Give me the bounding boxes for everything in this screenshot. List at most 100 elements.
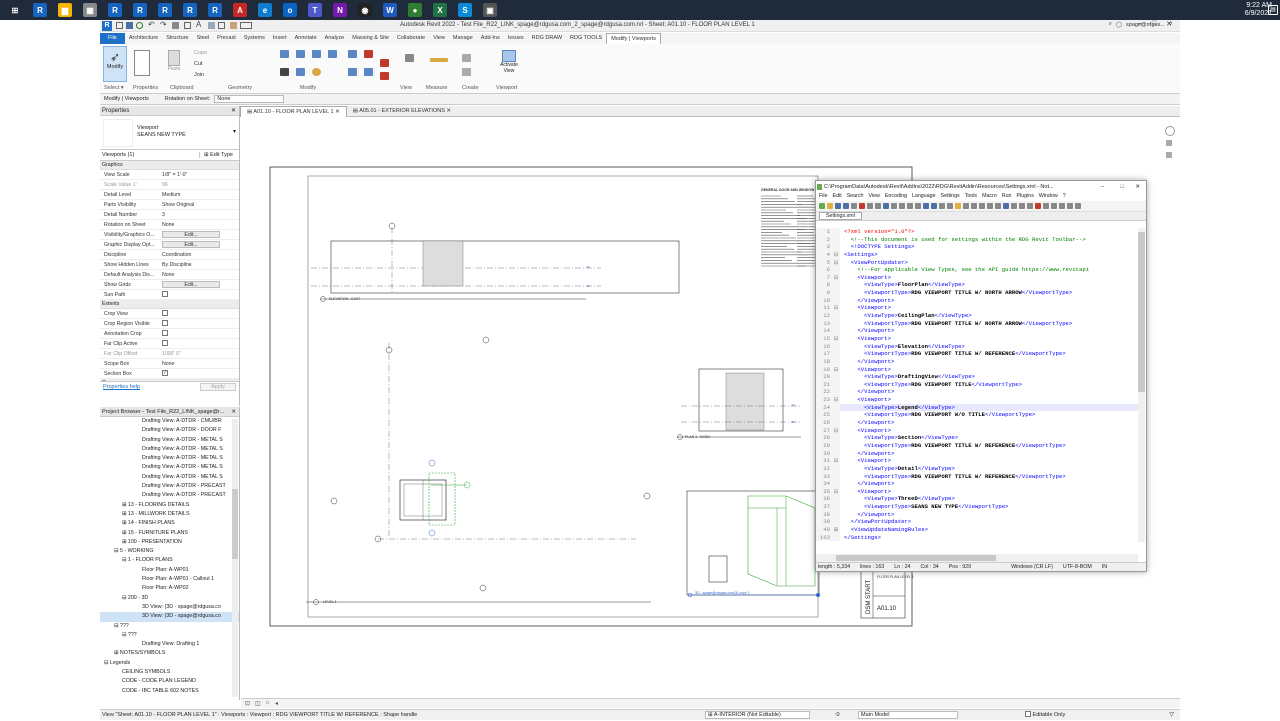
revit-icon[interactable]: R [158, 3, 172, 17]
toolbar-button-icon[interactable] [947, 203, 953, 209]
property-row[interactable]: Show Hidden Lines By Discipline [100, 260, 239, 270]
copy-icon[interactable] [296, 68, 305, 76]
maximize-icon[interactable]: □ [1121, 181, 1124, 193]
browser-item[interactable]: ⊟ 5 - WORKING [100, 547, 239, 556]
browser-item[interactable]: ⊟ 1 - FLOOR PLANS [100, 556, 239, 565]
fold-marker-icon[interactable] [832, 388, 840, 397]
toolbar-button-icon[interactable] [835, 203, 841, 209]
toolbar-button-icon[interactable] [1067, 203, 1073, 209]
ribbon-tab[interactable]: Manage [449, 33, 477, 44]
measure-icon[interactable] [184, 22, 191, 29]
browser-item[interactable]: ⊞ 13 - MILLWORK DETAILS [100, 510, 239, 519]
property-checkbox[interactable] [160, 329, 239, 338]
browser-item[interactable]: Drafting View: A-DTDR - DOOR F [100, 426, 239, 435]
windows-icon[interactable]: ⊞ [8, 3, 22, 17]
close-icon[interactable]: ✕ [231, 407, 236, 417]
code-line[interactable]: 10 </Viewport> [816, 296, 1138, 305]
sync-icon[interactable] [136, 22, 143, 29]
toolbar-button-icon[interactable] [923, 203, 929, 209]
view-icon[interactable] [405, 54, 414, 62]
code-line[interactable]: 1 <?xml version="1.0"?> [816, 228, 1138, 236]
workset-select[interactable]: ⊞ A-INTERIOR (Not Editable) [705, 711, 810, 719]
code-line[interactable]: 38 </Viewport> [816, 510, 1138, 519]
fold-marker-icon[interactable] [832, 464, 840, 473]
code-line[interactable]: 13 <ViewportType>RDG VIEWPORT TITLE W/ N… [816, 319, 1138, 328]
browser-item[interactable]: Floor Plan: A-WP02 [100, 584, 239, 593]
toolbar-button-icon[interactable] [963, 203, 969, 209]
property-row[interactable]: Detail Level Medium [100, 190, 239, 200]
browser-item[interactable]: Drafting View: A-DTDR - CMU/BR [100, 417, 239, 426]
fold-marker-icon[interactable] [832, 503, 840, 511]
code-line[interactable]: 4 ⊟ <Settings> [816, 250, 1138, 259]
property-value[interactable]: By Discipline [160, 260, 239, 269]
property-row[interactable]: Scale Value 1: 96 [100, 180, 239, 190]
property-checkbox[interactable] [160, 319, 239, 328]
split-icon[interactable] [364, 50, 373, 58]
fold-marker-icon[interactable] [832, 312, 840, 320]
close-tab-icon[interactable]: ✕ [445, 108, 451, 114]
ribbon-tab[interactable]: Modify | Viewports [606, 33, 661, 44]
checkbox[interactable] [162, 340, 168, 347]
fold-marker-icon[interactable] [832, 266, 840, 274]
store-icon[interactable]: ▦ [83, 3, 97, 17]
toolbar-button-icon[interactable] [883, 203, 889, 209]
toolbar-button-icon[interactable] [987, 203, 993, 209]
edit-button[interactable]: Edit... [162, 231, 220, 238]
file-explorer-icon[interactable]: ▆ [58, 3, 72, 17]
fold-marker-icon[interactable]: ⊟ [832, 334, 840, 343]
scrollbar-thumb[interactable] [1138, 232, 1145, 392]
scrollbar-thumb[interactable] [836, 555, 996, 561]
fold-marker-icon[interactable]: ⊟ [832, 457, 840, 465]
property-value[interactable]: Coordination [160, 250, 239, 259]
checkbox[interactable] [162, 310, 168, 317]
minimize-icon[interactable]: – [1101, 181, 1104, 193]
browser-item[interactable]: Drafting View: A-DTDR - METAL S [100, 463, 239, 472]
notepad-menu-item[interactable]: Macro [982, 193, 997, 201]
toolbar-button-icon[interactable] [907, 203, 913, 209]
code-line[interactable]: 26 </Viewport> [816, 419, 1138, 427]
revit-icon[interactable]: R [208, 3, 222, 17]
view-tab[interactable]: ▤ A01.10 - FLOOR PLAN LEVEL 1 ✕ [240, 105, 347, 117]
toolbar-button-icon[interactable] [971, 203, 977, 209]
switch-windows-icon[interactable] [240, 22, 252, 29]
browser-item[interactable]: ⊟ ??? [100, 622, 239, 631]
code-line[interactable]: 163 </Settings> [816, 533, 1138, 542]
code-line[interactable]: 12 <ViewType>CeilingPlan</ViewType> [816, 312, 1138, 320]
camera-icon[interactable]: ◉ [358, 3, 372, 17]
code-line[interactable]: 19 ⊟ <Viewport> [816, 365, 1138, 374]
property-row[interactable]: Visibility/Graphics O... Edit... [100, 230, 239, 240]
property-section-header[interactable]: Extents [100, 300, 239, 309]
code-line[interactable]: 30 </Viewport> [816, 449, 1138, 458]
notepad-menu-item[interactable]: Window [1039, 193, 1058, 201]
ribbon-tab[interactable]: Collaborate [393, 33, 429, 44]
code-line[interactable]: 16 <ViewType>Elevation</ViewType> [816, 342, 1138, 351]
notepad-menu-item[interactable]: Encoding [885, 193, 907, 201]
browser-item[interactable]: CEILING SYMBOLS [100, 668, 239, 677]
property-row[interactable]: Parts Visibility Show Original [100, 200, 239, 210]
editor-vertical-scrollbar[interactable] [1138, 228, 1145, 542]
code-line[interactable]: 27 ⊟ <Viewport> [816, 426, 1138, 435]
design-option-select[interactable]: Main Model [858, 711, 958, 719]
toolbar-button-icon[interactable] [995, 203, 1001, 209]
property-value[interactable]: 1/8" = 1'-0" [160, 170, 239, 179]
property-checkbox[interactable] [160, 290, 239, 299]
code-line[interactable]: 18 </Viewport> [816, 357, 1138, 366]
edit-type-button[interactable]: ⊞ Edit Type [200, 152, 233, 158]
code-line[interactable]: 22 </Viewport> [816, 388, 1138, 397]
redo-icon[interactable]: ↷ [160, 20, 167, 29]
notepad-menu-item[interactable]: ? [1063, 193, 1066, 201]
toolbar-button-icon[interactable] [979, 203, 985, 209]
notepad-menu-item[interactable]: Tools [965, 193, 977, 201]
edit-button[interactable]: Edit... [162, 281, 220, 288]
code-line[interactable]: 3 <!DOCTYPE Settings> [816, 243, 1138, 251]
toolbar-button-icon[interactable] [843, 203, 849, 209]
property-row[interactable]: Section Box ✓ [100, 369, 239, 379]
text-icon[interactable]: A [196, 20, 201, 29]
move-icon[interactable] [280, 68, 289, 76]
fold-marker-icon[interactable] [832, 472, 840, 481]
browser-item[interactable]: Floor Plan: A-WP01 - Callout 1 [100, 575, 239, 584]
pan-icon[interactable] [1166, 152, 1172, 158]
teams-icon[interactable]: T [308, 3, 322, 17]
code-line[interactable]: 15 ⊟ <Viewport> [816, 334, 1138, 343]
code-line[interactable]: 23 ⊟ <Viewport> [816, 396, 1138, 404]
